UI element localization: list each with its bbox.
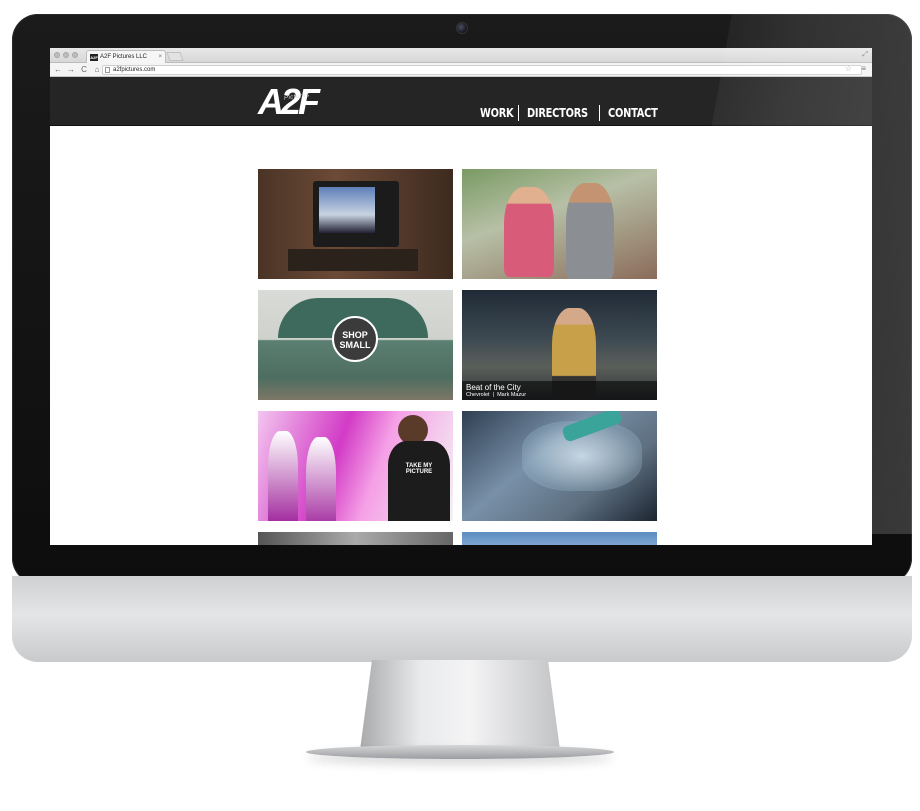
browser-tab[interactable]: A2F A2F Pictures LLC × [86, 50, 166, 63]
webcam-icon [456, 22, 468, 34]
new-tab-button[interactable] [166, 52, 184, 61]
work-thumbnail[interactable] [462, 532, 657, 545]
monitor-chin [12, 576, 912, 662]
close-window-icon[interactable] [54, 52, 60, 58]
tv-scene [313, 181, 399, 247]
site-logo[interactable]: A2F Pictures [258, 82, 328, 122]
browser-toolbar: ← → C ⌂ a2fpictures.com ☆ ≡ [50, 63, 872, 77]
browser-tab-bar: A2F A2F Pictures LLC × ⤢ [50, 48, 872, 63]
home-icon[interactable]: ⌂ [93, 64, 101, 76]
monitor-foot [306, 745, 614, 759]
nav-work[interactable]: WORK [480, 106, 514, 120]
work-thumbnail[interactable]: SHOP SMALL [258, 290, 453, 400]
shirt-print: TAKE MY PICTURE [388, 441, 450, 521]
menu-icon[interactable]: ≡ [861, 64, 866, 73]
thumbnail-caption: Beat of the City Chevrolet | Mark Mazur [462, 381, 657, 400]
nav-directors[interactable]: DIRECTORS [527, 106, 588, 120]
work-thumbnail[interactable] [258, 169, 453, 279]
nav-divider [599, 105, 600, 121]
favicon-icon: A2F [90, 53, 98, 61]
url-text: a2fpictures.com [113, 67, 156, 73]
tab-title: A2F Pictures LLC [100, 54, 148, 60]
nav-contact[interactable]: CONTACT [608, 106, 658, 120]
forward-icon[interactable]: → [67, 64, 75, 76]
fullscreen-icon[interactable]: ⤢ [862, 51, 868, 59]
main-nav: WORK DIRECTORS CONTACT [480, 105, 660, 121]
minimize-window-icon[interactable] [63, 52, 69, 58]
monitor-stand [360, 660, 560, 750]
screen: A2F A2F Pictures LLC × ⤢ ← → C ⌂ a2fpict… [50, 48, 872, 545]
nav-divider [518, 105, 519, 121]
back-icon[interactable]: ← [54, 64, 62, 76]
imac-mockup: A2F A2F Pictures LLC × ⤢ ← → C ⌂ a2fpict… [0, 0, 920, 811]
logo-mark: A2F [258, 81, 320, 122]
caption-credits: Chevrolet | Mark Mazur [466, 392, 527, 398]
shop-small-badge: SHOP SMALL [332, 316, 378, 362]
maximize-window-icon[interactable] [72, 52, 78, 58]
work-thumbnail[interactable]: TAKE MY PICTURE [258, 411, 453, 521]
work-thumbnail[interactable] [462, 169, 657, 279]
reload-icon[interactable]: C [80, 64, 88, 76]
star-icon[interactable]: ☆ [845, 64, 852, 73]
site-header: A2F Pictures WORK DIRECTORS CONTACT [50, 77, 872, 126]
work-thumbnail[interactable] [462, 411, 657, 521]
close-tab-icon[interactable]: × [158, 51, 162, 63]
work-thumbnail[interactable]: Beat of the City Chevrolet | Mark Mazur [462, 290, 657, 400]
address-bar[interactable]: a2fpictures.com [102, 65, 862, 75]
page-icon [105, 67, 110, 73]
caption-title: Beat of the City [466, 383, 521, 392]
window-controls [54, 52, 78, 58]
work-thumbnail[interactable] [258, 532, 453, 545]
